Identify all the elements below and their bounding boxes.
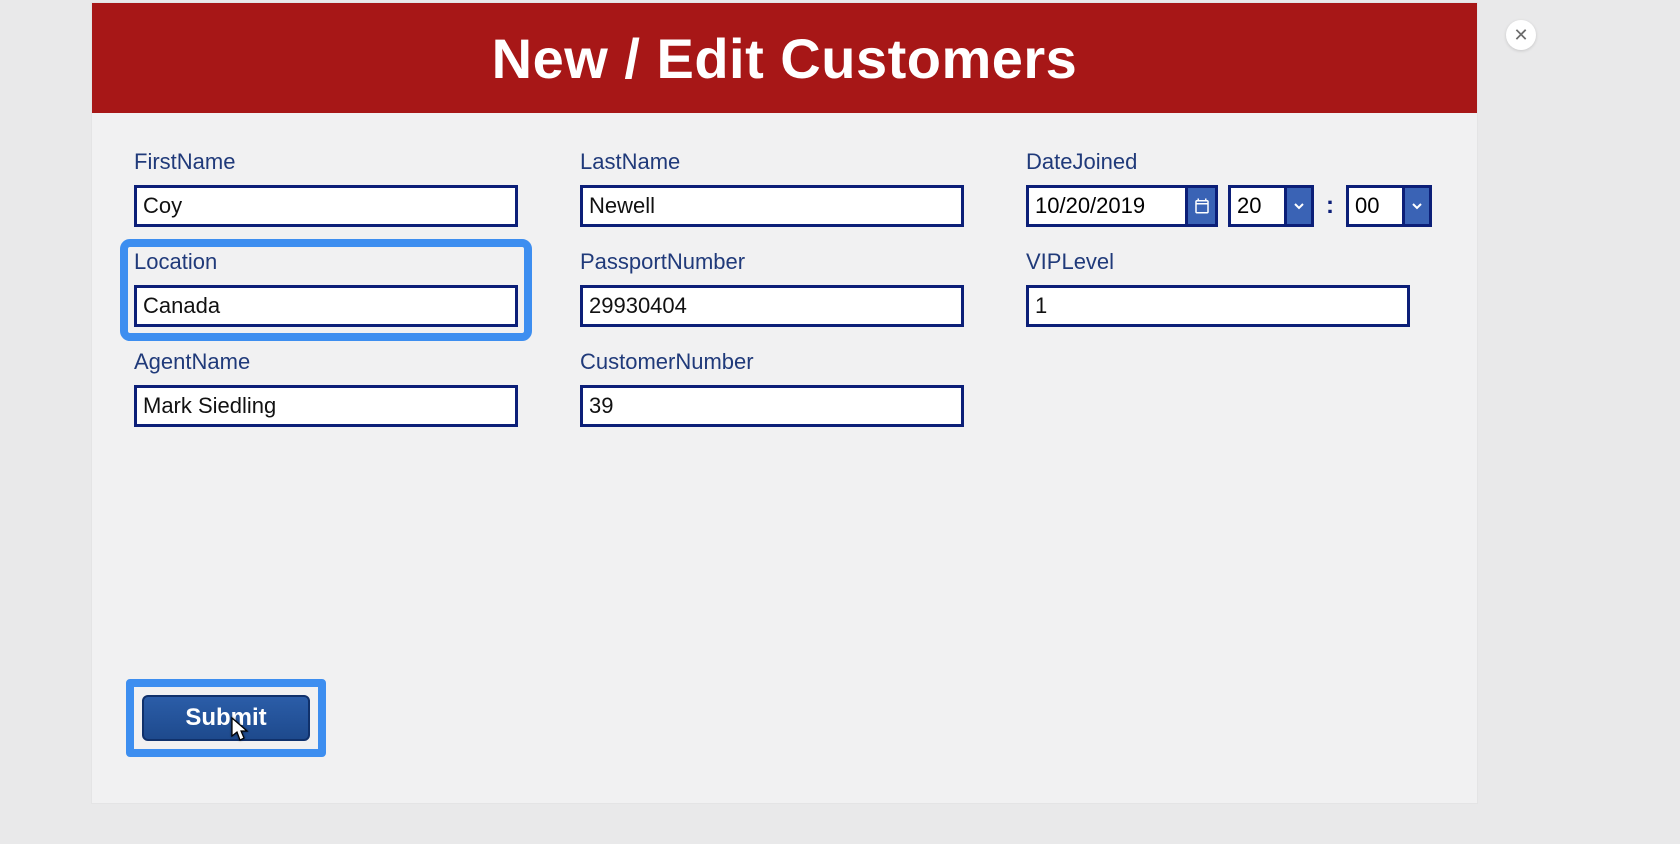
hour-dropdown-icon[interactable]: [1284, 185, 1314, 227]
time-separator: :: [1324, 192, 1336, 220]
close-icon: ✕: [1513, 25, 1528, 46]
datejoined-hour-input[interactable]: [1228, 185, 1284, 227]
field-agent: AgentName: [134, 349, 518, 427]
customernumber-input[interactable]: [580, 385, 964, 427]
vip-input[interactable]: [1026, 285, 1410, 327]
passport-input[interactable]: [580, 285, 964, 327]
firstname-input[interactable]: [134, 185, 518, 227]
field-vip: VIPLevel: [1026, 249, 1410, 327]
submit-button[interactable]: Submit: [142, 695, 310, 741]
passport-label: PassportNumber: [580, 249, 964, 275]
lastname-label: LastName: [580, 149, 964, 175]
customer-modal: New / Edit Customers FirstName LastName …: [92, 3, 1477, 803]
location-input[interactable]: [134, 285, 518, 327]
minute-dropdown-icon[interactable]: [1402, 185, 1432, 227]
datejoined-label: DateJoined: [1026, 149, 1432, 175]
form-body: FirstName LastName DateJoined: [92, 113, 1477, 151]
modal-header: New / Edit Customers: [92, 3, 1477, 113]
vip-label: VIPLevel: [1026, 249, 1410, 275]
firstname-label: FirstName: [134, 149, 518, 175]
agent-input[interactable]: [134, 385, 518, 427]
field-lastname: LastName: [580, 149, 964, 227]
field-datejoined: DateJoined :: [1026, 149, 1432, 227]
location-label: Location: [134, 249, 518, 275]
lastname-input[interactable]: [580, 185, 964, 227]
field-passport: PassportNumber: [580, 249, 964, 327]
close-button[interactable]: ✕: [1506, 20, 1536, 50]
submit-highlight: Submit: [126, 679, 326, 757]
customernumber-label: CustomerNumber: [580, 349, 964, 375]
datejoined-date-input[interactable]: [1026, 185, 1188, 227]
agent-label: AgentName: [134, 349, 518, 375]
datejoined-minute-input[interactable]: [1346, 185, 1402, 227]
field-customernumber: CustomerNumber: [580, 349, 964, 427]
field-location: Location: [126, 245, 526, 335]
calendar-icon[interactable]: [1188, 185, 1218, 227]
modal-title: New / Edit Customers: [492, 26, 1078, 91]
field-firstname: FirstName: [134, 149, 518, 227]
